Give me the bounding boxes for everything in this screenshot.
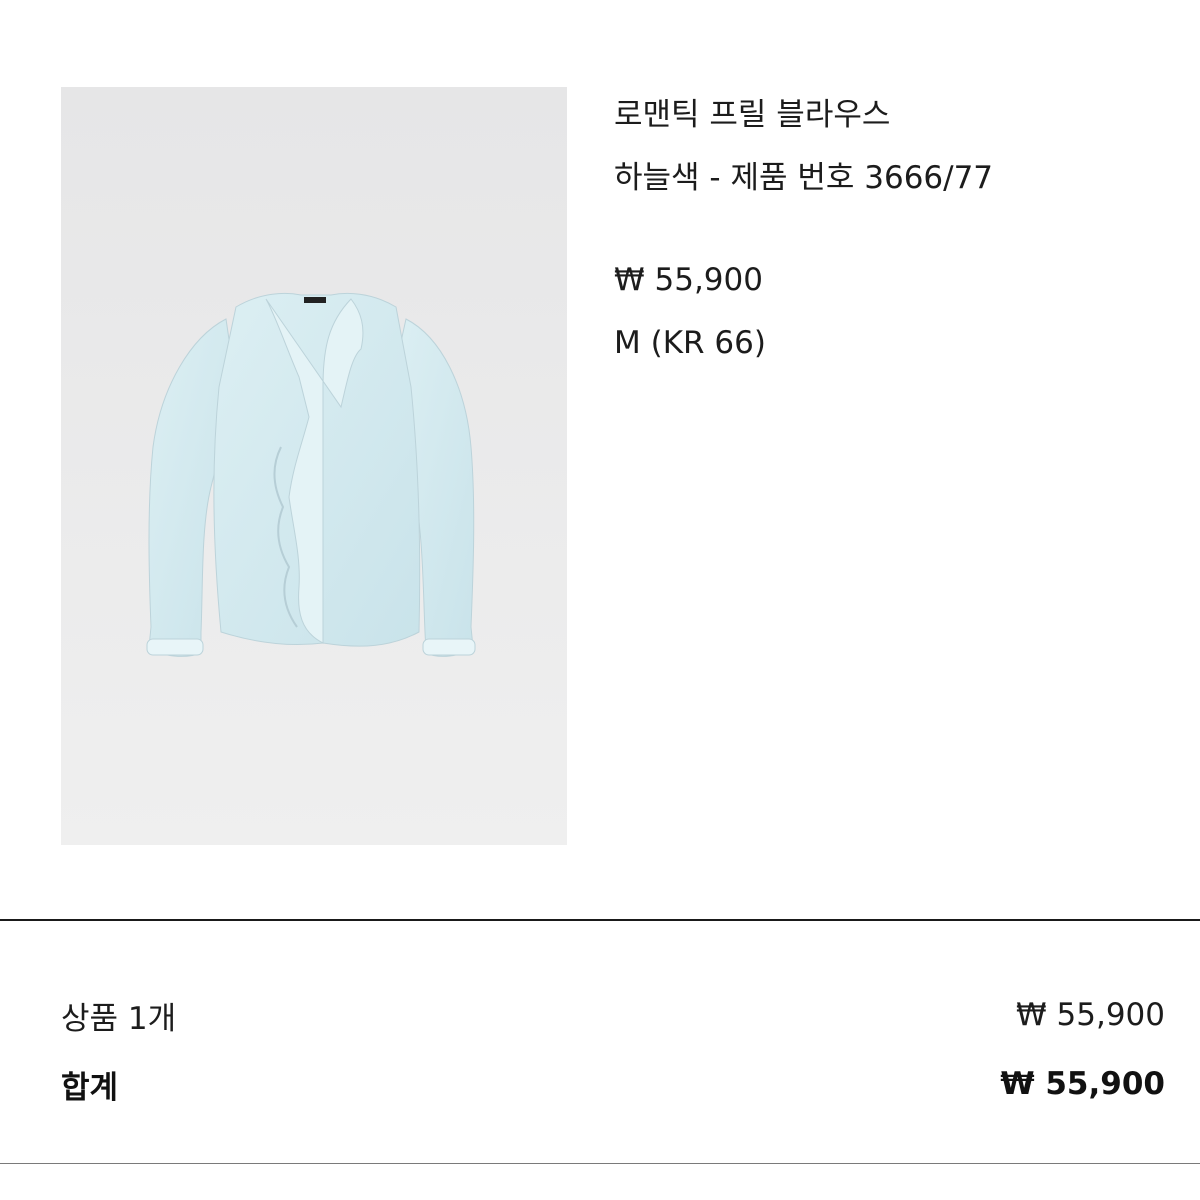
product-price: ₩ 55,900 [614,262,763,298]
summary-bottom-divider [0,1163,1200,1164]
total-row: 합계 ₩ 55,900 [61,1062,1165,1106]
items-subtotal: ₩ 55,900 [1016,997,1165,1033]
total-label: 합계 [61,1069,119,1106]
product-image[interactable] [61,87,567,845]
product-reference: 하늘색 - 제품 번호 3666/77 [614,160,994,196]
product-size: M (KR 66) [614,325,766,361]
blouse-image [61,87,567,845]
items-count-label: 상품 1개 [61,1000,177,1037]
total-price: ₩ 55,900 [1000,1066,1165,1102]
summary-top-divider [0,919,1200,921]
product-name[interactable]: 로맨틱 프릴 블라우스 [614,92,890,138]
items-summary-row: 상품 1개 ₩ 55,900 [61,993,1165,1037]
